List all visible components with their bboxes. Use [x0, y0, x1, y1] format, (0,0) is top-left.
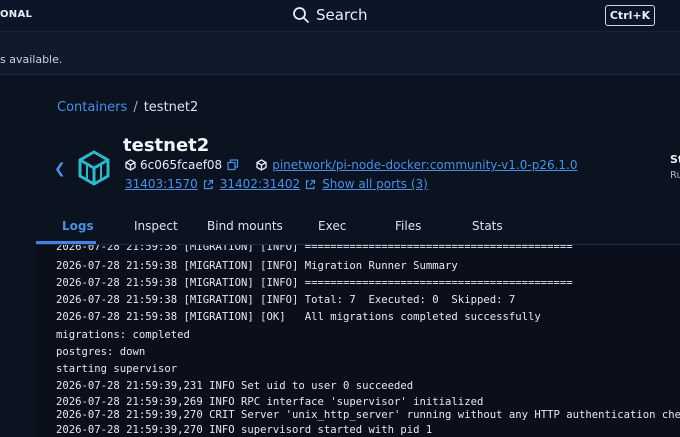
tab-inspect[interactable]: Inspect	[134, 219, 178, 233]
log-line: migrations: completed	[56, 329, 190, 341]
log-line: 2026-07-28 21:59:38 [MIGRATION] [INFO] T…	[56, 294, 516, 306]
tab-logs[interactable]: Logs	[62, 219, 94, 233]
external-link-icon[interactable]	[305, 179, 316, 190]
container-name: testnet2	[123, 135, 210, 156]
breadcrumb-current: testnet2	[143, 100, 199, 115]
log-line: 2026-07-28 21:59:39,270 INFO supervisord…	[56, 424, 433, 436]
log-viewer[interactable]: 2026-07-28 21:59:38 [MIGRATION] [INFO] =…	[36, 245, 680, 437]
log-line: 2026-07-28 21:59:38 [MIGRATION] [INFO] =…	[56, 245, 573, 253]
breadcrumb: Containers / testnet2	[57, 100, 198, 115]
active-tab-indicator	[36, 241, 96, 244]
copy-icon[interactable]	[227, 159, 239, 171]
tab-bar: Logs Inspect Bind mounts Exec Files Stat…	[36, 208, 680, 245]
external-link-icon[interactable]	[203, 179, 214, 190]
notice-text: s available.	[0, 53, 63, 66]
container-cube-icon	[78, 150, 110, 186]
port-link-2[interactable]: 31402:31402	[220, 177, 300, 191]
image-link[interactable]: pinetwork/pi-node-docker:community-v1.0-…	[272, 158, 577, 172]
status-value: Ru	[670, 170, 680, 181]
search-button[interactable]: Search	[292, 3, 368, 27]
search-shortcut-badge: Ctrl+K	[605, 5, 655, 26]
log-line: 2026-07-28 21:59:38 [MIGRATION] [INFO] M…	[56, 260, 458, 272]
back-chevron-icon[interactable]: ❮	[54, 161, 66, 177]
log-line: 2026-07-28 21:59:39,231 INFO Set uid to …	[56, 380, 414, 392]
container-meta-row: 6c065fcaef08 pinetwork/pi-node-docker:co…	[125, 158, 577, 172]
search-label: Search	[316, 6, 368, 24]
log-line: 2026-07-28 21:59:38 [MIGRATION] [OK] All…	[56, 311, 541, 323]
log-line: 2026-07-28 21:59:39,270 CRIT Server 'uni…	[56, 409, 680, 421]
port-link-1[interactable]: 31403:1570	[125, 177, 198, 191]
tab-bind-mounts[interactable]: Bind mounts	[207, 219, 283, 233]
tab-exec[interactable]: Exec	[318, 219, 346, 233]
log-line: 2026-07-28 21:59:38 [MIGRATION] [INFO] =…	[56, 277, 573, 289]
search-icon	[293, 7, 309, 23]
tab-files[interactable]: Files	[395, 219, 421, 233]
tab-stats[interactable]: Stats	[472, 219, 503, 233]
log-line: 2026-07-28 21:59:39,269 INFO RPC interfa…	[56, 396, 484, 408]
show-all-ports-link[interactable]: Show all ports (3)	[322, 177, 428, 191]
container-id: 6c065fcaef08	[140, 158, 223, 172]
ports-row: 31403:1570 31402:31402 Show all ports (3…	[125, 177, 428, 191]
log-line: postgres: down	[56, 346, 146, 358]
top-bar: ONAL Search Ctrl+K	[0, 0, 680, 32]
cube-icon	[125, 159, 136, 171]
edition-label: ONAL	[0, 9, 33, 20]
breadcrumb-separator: /	[133, 100, 138, 115]
log-line: starting supervisor	[56, 363, 178, 375]
notice-banner: s available.	[0, 32, 680, 75]
status-label: St	[670, 153, 680, 166]
image-cube-icon	[256, 159, 267, 171]
breadcrumb-containers-link[interactable]: Containers	[57, 100, 127, 115]
